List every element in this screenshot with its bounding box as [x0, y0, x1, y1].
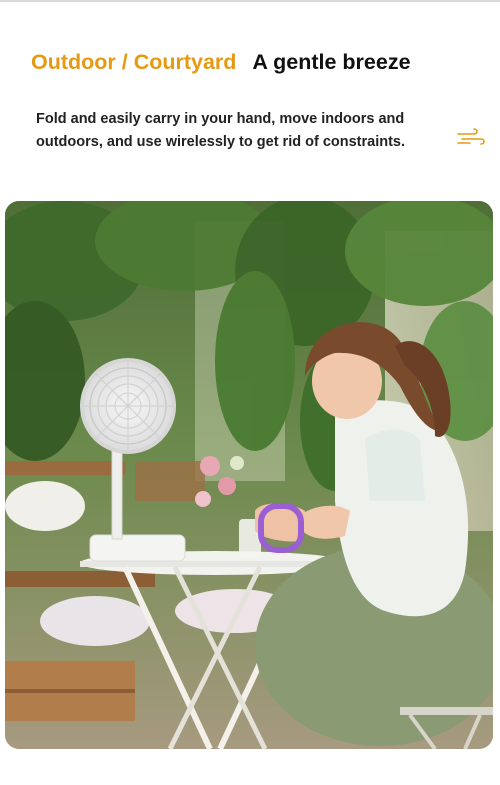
- wind-icon: [457, 128, 485, 145]
- headline: Outdoor / Courtyard A gentle breeze: [31, 50, 411, 75]
- lifestyle-photo: [5, 201, 493, 749]
- photo-illustration: [5, 201, 493, 749]
- headline-main: A gentle breeze: [252, 50, 411, 74]
- top-divider: [0, 0, 500, 2]
- headline-accent: Outdoor / Courtyard: [31, 50, 237, 74]
- description-text: Fold and easily carry in your hand, move…: [36, 111, 406, 150]
